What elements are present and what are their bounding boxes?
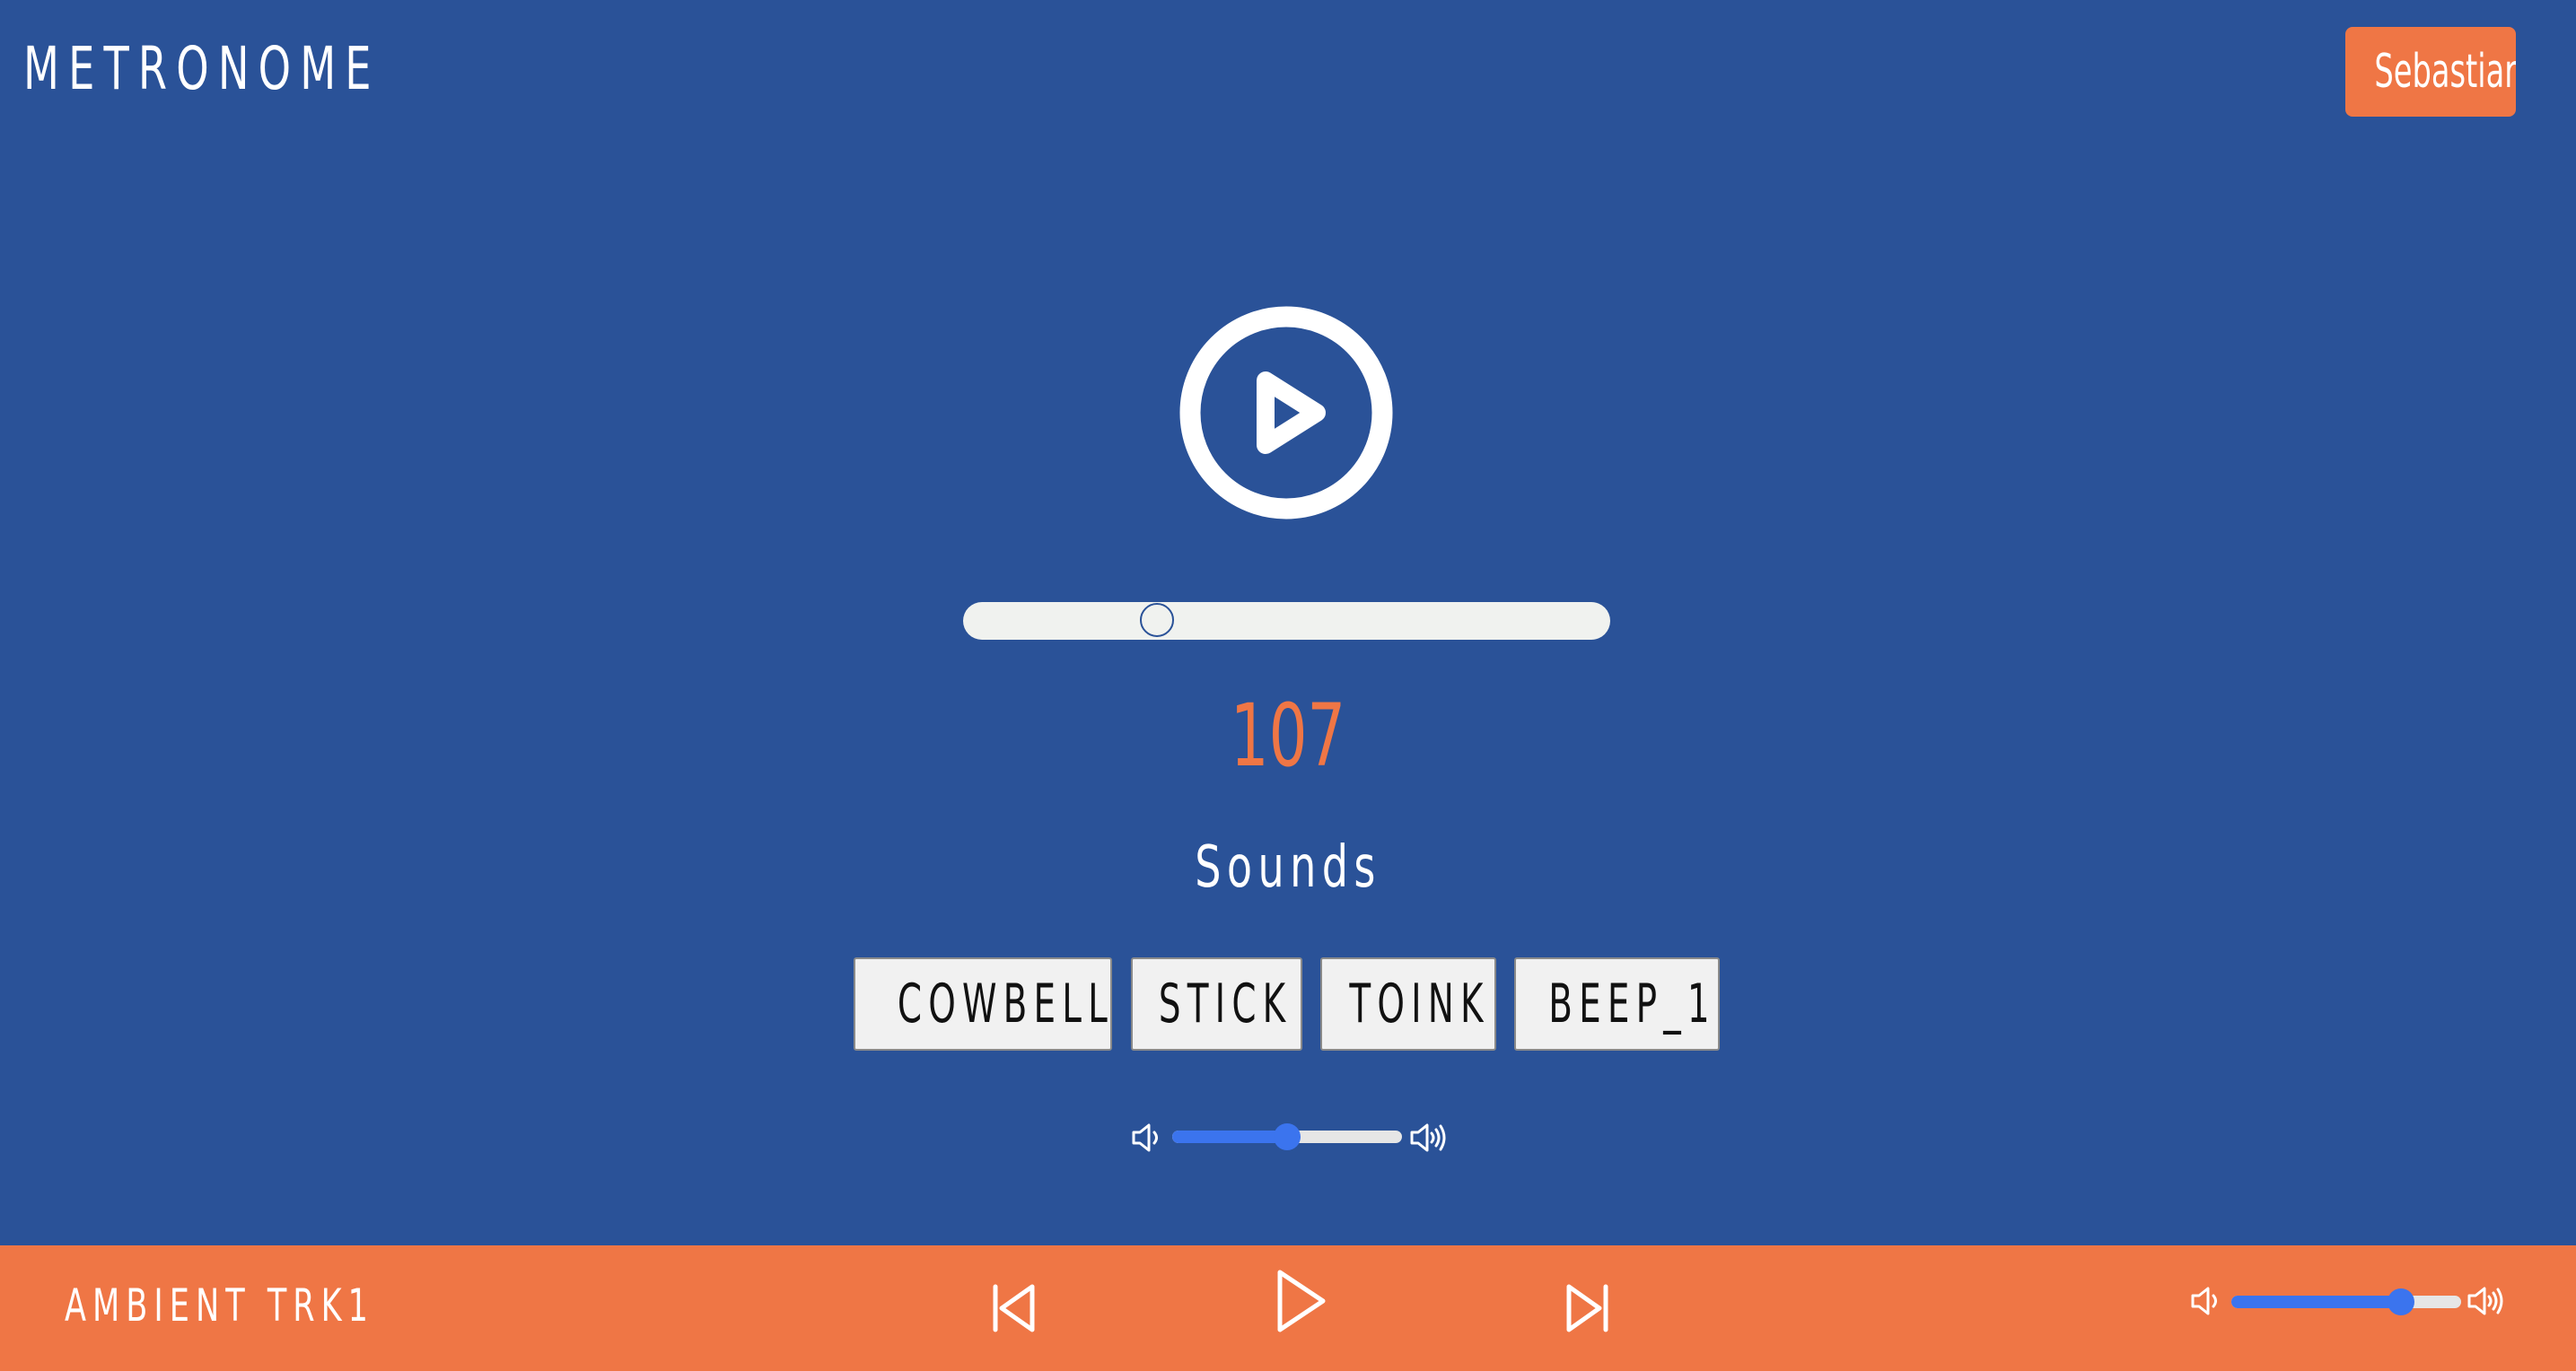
sound-button-cowbell[interactable]: COWBELL [854,957,1112,1051]
skip-back-icon[interactable] [991,1279,1038,1337]
sound-button-beep-1[interactable]: BEEP_1 [1514,957,1720,1051]
volume-thumb[interactable] [1274,1123,1301,1150]
play-icon[interactable] [1275,1267,1328,1335]
tempo-slider[interactable] [963,602,1610,640]
sound-button-stick[interactable]: STICK [1131,957,1302,1051]
app-logo: METRONOME [23,34,381,103]
music-player-bar: AMBIENT TRK1 [0,1245,2576,1371]
sounds-heading: Sounds [1195,834,1381,901]
user-menu-button[interactable]: Sebastian [2345,27,2516,117]
skip-forward-icon[interactable] [1564,1279,1610,1337]
metronome-volume-slider[interactable] [1172,1123,1402,1150]
volume-high-icon [2467,1287,2503,1315]
track-name: AMBIENT TRK1 [65,1279,375,1332]
sound-label: STICK [1158,973,1292,1035]
bpm-value: 107 [1230,686,1346,786]
volume-thumb[interactable] [2388,1288,2415,1315]
volume-high-icon [1410,1123,1446,1152]
sound-label: BEEP_1 [1548,973,1716,1035]
play-circle-icon[interactable] [1179,306,1393,520]
sound-label: TOINK [1349,973,1490,1035]
user-name-label: Sebastian [2374,45,2516,99]
volume-fill [2231,1296,2402,1308]
sound-label: COWBELL [897,973,1112,1035]
sound-button-toink[interactable]: TOINK [1320,957,1496,1051]
player-volume-slider[interactable] [2231,1288,2461,1315]
tempo-slider-thumb[interactable] [1140,603,1175,637]
volume-fill [1172,1131,1287,1143]
metronome-app: METRONOME Sebastian 107 Sounds COWBELL S… [0,0,2576,1371]
volume-low-icon [2191,1287,2217,1315]
volume-low-icon [1132,1123,1158,1152]
